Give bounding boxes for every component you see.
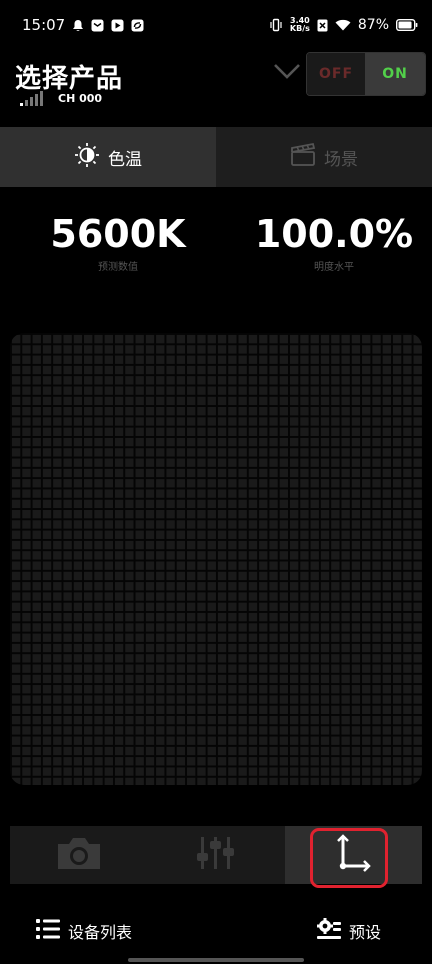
grid-panel[interactable] xyxy=(10,333,422,785)
vibrate-icon xyxy=(269,18,283,32)
brightness-label: 明度水平 xyxy=(314,262,354,273)
selection-highlight xyxy=(309,828,388,888)
power-toggle[interactable]: OFF ON xyxy=(306,52,426,96)
axis-button[interactable] xyxy=(284,826,422,888)
sliders-icon xyxy=(196,835,236,875)
tab-label: 色温 xyxy=(108,149,142,170)
network-speed-unit: KB/s xyxy=(289,24,310,33)
header: 选择产品 CH 000 OFF ON xyxy=(0,52,432,122)
status-bar: 15:07 3.40 KB/s 87% xyxy=(0,0,432,50)
sync-app-icon xyxy=(131,19,144,32)
tab-label: 场景 xyxy=(324,149,358,170)
home-indicator xyxy=(128,958,304,962)
battery-percent: 87% xyxy=(357,17,389,33)
status-time: 15:07 xyxy=(22,16,66,34)
notification-bell-icon xyxy=(72,19,84,32)
sliders-button[interactable] xyxy=(147,826,284,884)
mail-icon xyxy=(91,19,104,32)
camera-icon xyxy=(56,835,102,875)
device-list-button[interactable]: 设备列表 xyxy=(36,905,132,957)
wifi-icon xyxy=(335,19,351,31)
media-app-icon xyxy=(111,19,124,32)
tab-scene[interactable]: 场景 xyxy=(216,127,432,187)
brightness-icon xyxy=(74,142,100,173)
cct-value: 5600K xyxy=(50,212,186,256)
power-off-button[interactable]: OFF xyxy=(307,53,365,95)
preset-label: 预设 xyxy=(349,923,382,942)
data-x-icon xyxy=(317,19,328,32)
signal-strength-icon xyxy=(20,90,46,110)
power-on-button[interactable]: ON xyxy=(365,53,425,95)
brightness-readout: 100.0% 明度水平 xyxy=(226,210,432,273)
cct-label: 预测数值 xyxy=(98,262,138,273)
mode-tabs: 色温 场景 xyxy=(0,127,432,187)
tool-bar xyxy=(10,826,422,888)
bottom-bar: 设备列表 预设 xyxy=(0,905,432,960)
readouts: 5600K 预测数值 100.0% 明度水平 xyxy=(0,210,432,280)
battery-icon xyxy=(396,19,418,31)
list-icon xyxy=(36,918,60,944)
tab-color-temperature[interactable]: 色温 xyxy=(0,127,216,187)
preset-settings-icon xyxy=(317,918,341,944)
channel-label: CH 000 xyxy=(58,92,103,105)
chevron-down-icon[interactable] xyxy=(272,60,302,84)
camera-button[interactable] xyxy=(10,826,147,884)
device-list-label: 设备列表 xyxy=(68,923,133,942)
brightness-value: 100.0% xyxy=(254,212,414,256)
clapperboard-icon xyxy=(290,142,316,173)
cct-readout: 5600K 预测数值 xyxy=(10,210,226,273)
preset-button[interactable]: 预设 xyxy=(317,905,381,957)
